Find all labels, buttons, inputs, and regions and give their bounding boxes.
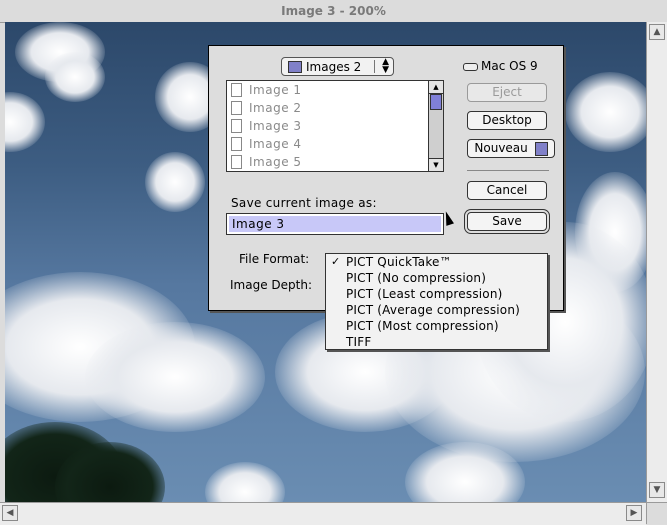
file-list-item[interactable]: Image 3	[227, 118, 427, 136]
menu-item-average-compression[interactable]: PICT (Average compression)	[346, 302, 520, 318]
filename-field[interactable]: Image 3	[226, 213, 444, 235]
document-icon	[231, 101, 242, 115]
menu-item-quicktake[interactable]: PICT QuickTake™	[346, 254, 452, 270]
file-list-item[interactable]: Image 5	[227, 154, 427, 171]
horizontal-scrollbar[interactable]: ◀ ▶	[0, 502, 646, 525]
hard-disk-icon	[463, 62, 478, 71]
file-format-label: File Format:	[239, 252, 310, 266]
window-titlebar[interactable]: Image 3 - 200%	[0, 0, 667, 23]
menu-item-no-compression[interactable]: PICT (No compression)	[346, 270, 486, 286]
document-icon	[231, 83, 242, 97]
menu-item-most-compression[interactable]: PICT (Most compression)	[346, 318, 499, 334]
filename-value: Image 3	[232, 217, 285, 231]
scroll-left-arrow-icon[interactable]: ◀	[2, 505, 18, 521]
menu-item-tiff[interactable]: TIFF	[346, 334, 371, 350]
window-title: Image 3 - 200%	[281, 4, 386, 18]
list-scroll-up-icon[interactable]: ▲	[429, 81, 443, 94]
file-format-menu[interactable]: ✓ PICT QuickTake™ PICT (No compression) …	[325, 253, 548, 350]
folder-popup-label: Images 2	[306, 60, 362, 74]
scroll-up-arrow-icon[interactable]: ▲	[649, 24, 665, 40]
list-scroll-down-icon[interactable]: ▼	[429, 158, 443, 171]
popup-arrows-icon: ▲ ▼	[382, 57, 389, 75]
vertical-scrollbar[interactable]: ▲ ▼	[646, 22, 667, 502]
file-list-scrollbar[interactable]: ▲ ▼	[428, 81, 443, 171]
file-list-item[interactable]: Image 4	[227, 136, 427, 154]
cancel-button[interactable]: Cancel	[467, 181, 547, 200]
eject-button[interactable]: Eject	[467, 83, 547, 102]
new-folder-icon	[534, 141, 548, 156]
nouveau-button[interactable]: Nouveau	[467, 139, 555, 158]
document-icon	[231, 155, 242, 169]
file-list-item[interactable]: Image 2	[227, 100, 427, 118]
file-list[interactable]: Image 1 Image 2 Image 3 Image 4 Image 5 …	[226, 80, 444, 172]
folder-popup[interactable]: Images 2 ▲ ▼	[281, 57, 394, 76]
save-button[interactable]: Save	[467, 212, 547, 231]
scroll-down-arrow-icon[interactable]: ▼	[649, 482, 665, 498]
document-icon	[231, 137, 242, 151]
desktop-button[interactable]: Desktop	[467, 111, 547, 130]
disk-name: Mac OS 9	[463, 59, 538, 73]
grow-box-icon[interactable]	[646, 502, 667, 524]
save-as-label: Save current image as:	[231, 196, 377, 210]
document-icon	[231, 119, 242, 133]
checkmark-icon: ✓	[331, 255, 341, 268]
menu-item-least-compression[interactable]: PICT (Least compression)	[346, 286, 503, 302]
scroll-right-arrow-icon[interactable]: ▶	[626, 505, 642, 521]
folder-icon	[288, 61, 302, 73]
image-depth-label: Image Depth:	[230, 278, 312, 292]
file-list-item[interactable]: Image 1	[227, 82, 427, 100]
button-divider	[467, 170, 549, 171]
list-scroll-thumb[interactable]	[430, 94, 442, 110]
